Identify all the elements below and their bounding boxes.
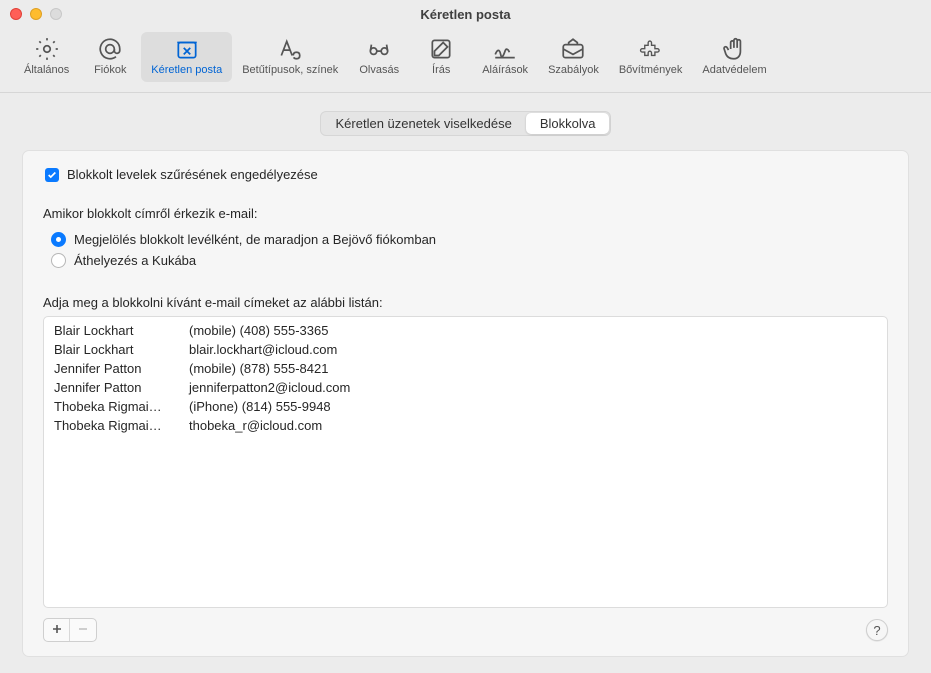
signature-icon xyxy=(492,36,518,62)
preferences-window: Kéretlen posta Általános Fiókok Kéretlen… xyxy=(0,0,931,673)
hand-icon xyxy=(722,36,748,62)
list-item[interactable]: Blair Lockhart (mobile) (408) 555-3365 xyxy=(52,321,879,340)
toolbar-label: Bővítmények xyxy=(619,64,683,76)
toolbar-label: Általános xyxy=(24,64,69,76)
rules-icon xyxy=(560,36,586,62)
toolbar: Általános Fiókok Kéretlen posta Betűtípu… xyxy=(0,28,931,93)
blocked-list-label: Adja meg a blokkolni kívánt e-mail címek… xyxy=(43,295,888,310)
toolbar-label: Kéretlen posta xyxy=(151,64,222,76)
toolbar-item-signatures[interactable]: Aláírások xyxy=(472,32,538,82)
traffic-lights xyxy=(10,8,62,20)
toolbar-item-accounts[interactable]: Fiókok xyxy=(79,32,141,82)
list-item-name: Thobeka Rigmai… xyxy=(54,418,189,433)
toolbar-item-extensions[interactable]: Bővítmények xyxy=(609,32,693,82)
list-item-name: Blair Lockhart xyxy=(54,323,189,338)
list-item-name: Blair Lockhart xyxy=(54,342,189,357)
tabs-wrap: Kéretlen üzenetek viselkedése Blokkolva xyxy=(22,111,909,136)
help-button[interactable]: ? xyxy=(866,619,888,641)
puzzle-icon xyxy=(638,36,664,62)
remove-button[interactable] xyxy=(70,619,96,641)
incoming-label: Amikor blokkolt címről érkezik e-mail: xyxy=(43,206,888,221)
list-item-value: jenniferpatton2@icloud.com xyxy=(189,380,877,395)
toolbar-label: Fiókok xyxy=(94,64,126,76)
titlebar: Kéretlen posta xyxy=(0,0,931,28)
enable-blocked-filter-row[interactable]: Blokkolt levelek szűrésének engedélyezés… xyxy=(45,167,888,182)
toolbar-item-general[interactable]: Általános xyxy=(14,32,79,82)
radio-label: Megjelölés blokkolt levélként, de maradj… xyxy=(74,232,436,247)
tab-blocked[interactable]: Blokkolva xyxy=(526,113,610,134)
checkbox-checked-icon[interactable] xyxy=(45,168,59,182)
list-item[interactable]: Thobeka Rigmai… thobeka_r@icloud.com xyxy=(52,416,879,435)
content: Kéretlen üzenetek viselkedése Blokkolva … xyxy=(0,93,931,673)
gear-icon xyxy=(34,36,60,62)
glasses-icon xyxy=(366,36,392,62)
list-item-value: (mobile) (878) 555-8421 xyxy=(189,361,877,376)
toolbar-label: Szabályok xyxy=(548,64,599,76)
window-title: Kéretlen posta xyxy=(0,7,931,22)
toolbar-item-junk[interactable]: Kéretlen posta xyxy=(141,32,232,82)
plus-icon xyxy=(51,623,63,638)
panel-bottom-row: ? xyxy=(43,618,888,642)
list-item[interactable]: Thobeka Rigmai… (iPhone) (814) 555-9948 xyxy=(52,397,879,416)
list-item[interactable]: Blair Lockhart blair.lockhart@icloud.com xyxy=(52,340,879,359)
add-remove-group xyxy=(43,618,97,642)
list-item-value: (mobile) (408) 555-3365 xyxy=(189,323,877,338)
radio-label: Áthelyezés a Kukába xyxy=(74,253,196,268)
close-button[interactable] xyxy=(10,8,22,20)
list-item-value: blair.lockhart@icloud.com xyxy=(189,342,877,357)
help-icon: ? xyxy=(873,623,880,638)
toolbar-label: Aláírások xyxy=(482,64,528,76)
radio-move-to-trash[interactable]: Áthelyezés a Kukába xyxy=(51,250,888,271)
zoom-button xyxy=(50,8,62,20)
toolbar-item-fonts[interactable]: Betűtípusok, színek xyxy=(232,32,348,82)
minus-icon xyxy=(77,623,89,638)
toolbar-item-writing[interactable]: Írás xyxy=(410,32,472,82)
radio-unchecked-icon[interactable] xyxy=(51,253,66,268)
minimize-button[interactable] xyxy=(30,8,42,20)
blocked-list[interactable]: Blair Lockhart (mobile) (408) 555-3365 B… xyxy=(43,316,888,608)
toolbar-label: Adatvédelem xyxy=(702,64,766,76)
toolbar-item-privacy[interactable]: Adatvédelem xyxy=(692,32,776,82)
enable-blocked-filter-label: Blokkolt levelek szűrésének engedélyezés… xyxy=(67,167,318,182)
radio-mark-as-blocked[interactable]: Megjelölés blokkolt levélként, de maradj… xyxy=(51,229,888,250)
tab-junk-behaviour[interactable]: Kéretlen üzenetek viselkedése xyxy=(322,113,526,134)
sub-tabs: Kéretlen üzenetek viselkedése Blokkolva xyxy=(320,111,612,136)
toolbar-item-reading[interactable]: Olvasás xyxy=(348,32,410,82)
list-item-name: Thobeka Rigmai… xyxy=(54,399,189,414)
list-item[interactable]: Jennifer Patton (mobile) (878) 555-8421 xyxy=(52,359,879,378)
toolbar-item-rules[interactable]: Szabályok xyxy=(538,32,609,82)
list-item-value: (iPhone) (814) 555-9948 xyxy=(189,399,877,414)
at-icon xyxy=(97,36,123,62)
blocked-panel: Blokkolt levelek szűrésének engedélyezés… xyxy=(22,150,909,657)
list-item-name: Jennifer Patton xyxy=(54,380,189,395)
junk-icon xyxy=(174,36,200,62)
radio-checked-icon[interactable] xyxy=(51,232,66,247)
toolbar-label: Írás xyxy=(432,64,450,76)
list-item-value: thobeka_r@icloud.com xyxy=(189,418,877,433)
incoming-radio-group: Megjelölés blokkolt levélként, de maradj… xyxy=(51,229,888,271)
fonts-icon xyxy=(277,36,303,62)
list-item-name: Jennifer Patton xyxy=(54,361,189,376)
add-button[interactable] xyxy=(44,619,70,641)
list-item[interactable]: Jennifer Patton jenniferpatton2@icloud.c… xyxy=(52,378,879,397)
toolbar-label: Olvasás xyxy=(359,64,399,76)
toolbar-label: Betűtípusok, színek xyxy=(242,64,338,76)
compose-icon xyxy=(428,36,454,62)
